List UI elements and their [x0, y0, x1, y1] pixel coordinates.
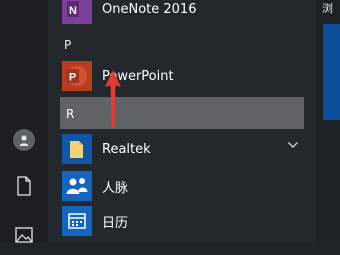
powerpoint-icon: P — [62, 61, 92, 91]
people-icon — [62, 171, 92, 201]
chevron-down-icon[interactable] — [287, 141, 299, 149]
user-account-button[interactable] — [0, 120, 48, 160]
tiles-group-header: 浏 — [322, 2, 333, 15]
svg-text:N: N — [69, 5, 77, 17]
folder-icon — [62, 134, 92, 164]
app-label-calendar: 日历 — [102, 215, 129, 231]
side-rail — [0, 0, 48, 243]
app-item-people[interactable]: 人脉 — [62, 169, 302, 203]
app-label-realtek: Realtek — [102, 141, 151, 157]
app-item-realtek[interactable]: Realtek — [62, 132, 302, 166]
pictures-icon — [15, 227, 33, 243]
app-item-onenote[interactable]: N OneNote 2016 — [62, 0, 302, 26]
app-item-powerpoint[interactable]: P PowerPoint — [62, 59, 302, 93]
annotation-arrow-icon — [105, 70, 121, 128]
app-label-people: 人脉 — [102, 180, 129, 196]
group-letter-p[interactable]: P — [64, 38, 71, 52]
group-header-r-highlight[interactable] — [60, 97, 304, 129]
app-item-calendar[interactable]: 日历 — [62, 204, 302, 238]
live-tile[interactable] — [323, 24, 340, 120]
svg-text:P: P — [69, 72, 76, 84]
documents-button[interactable] — [0, 166, 48, 206]
onenote-icon: N — [62, 0, 92, 24]
app-label-onenote: OneNote 2016 — [102, 1, 197, 17]
pictures-button[interactable] — [0, 215, 48, 255]
document-icon — [17, 176, 31, 196]
calendar-icon — [62, 206, 92, 236]
group-letter-r[interactable]: R — [66, 107, 74, 121]
user-avatar-icon — [13, 129, 35, 151]
